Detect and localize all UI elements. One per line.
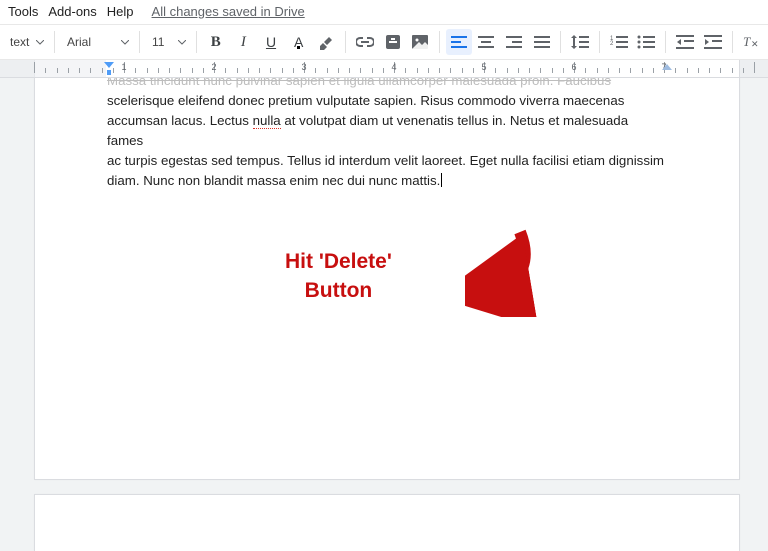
bold-button[interactable]: B [203,29,229,55]
link-icon [356,37,374,47]
styles-select[interactable]: text [4,29,48,55]
align-right-icon [506,36,522,48]
highlight-icon [318,34,334,50]
insert-link-button[interactable] [352,29,378,55]
numbered-list-button[interactable]: 12 [606,29,632,55]
align-left-button[interactable] [446,29,472,55]
underline-button[interactable]: U [258,29,284,55]
right-indent-marker[interactable] [662,60,672,75]
chevron-down-icon [178,40,186,45]
fontsize-label: 11 [152,35,164,49]
line-spacing-button[interactable] [567,29,593,55]
doc-line: ac turpis egestas sed tempus. Tellus id … [107,151,667,171]
italic-button[interactable]: I [231,29,257,55]
menu-addons[interactable]: Add-ons [48,4,96,19]
align-center-icon [478,36,494,48]
font-select-label: Arial [67,35,91,49]
decrease-indent-icon [676,35,694,49]
clear-formatting-icon: T✕ [743,35,759,49]
document-text[interactable]: Massa tincidunt nunc pulvinar sapien et … [35,78,739,191]
ruler-label: 5 [481,62,486,72]
doc-line: accumsan lacus. Lectus nulla at volutpat… [107,111,667,151]
ruler-label: 2 [211,62,216,72]
doc-line: scelerisque eleifend donec pretium vulpu… [107,91,667,111]
clear-formatting-button[interactable]: T✕ [738,29,764,55]
doc-line-cut: Massa tincidunt nunc pulvinar sapien et … [107,78,667,91]
ruler-label: 6 [571,62,576,72]
decrease-indent-button[interactable] [672,29,698,55]
svg-text:T: T [743,35,751,49]
bulleted-list-button[interactable] [634,29,660,55]
ruler-label: 4 [391,62,396,72]
image-icon [412,35,428,49]
font-select[interactable]: Arial [61,29,133,55]
annotation-label: Hit 'Delete' Button [285,247,392,306]
chevron-down-icon [36,40,44,45]
align-justify-icon [534,36,550,48]
menu-tools[interactable]: Tools [8,4,38,19]
toolbar: text Arial 11 B I U A [0,24,768,60]
save-status: All changes saved in Drive [152,4,305,19]
align-left-icon [451,36,467,48]
align-justify-button[interactable] [529,29,555,55]
insert-comment-button[interactable] [380,29,406,55]
ruler-label: 1 [121,62,126,72]
numbered-list-icon: 12 [610,35,628,49]
increase-indent-icon [704,35,722,49]
bulleted-list-icon [637,35,655,49]
line-spacing-icon [571,35,589,49]
align-right-button[interactable] [501,29,527,55]
left-indent-marker[interactable] [104,60,114,78]
align-center-button[interactable] [474,29,500,55]
svg-text:2: 2 [610,41,614,47]
page-1[interactable]: Massa tincidunt nunc pulvinar sapien et … [34,78,740,480]
doc-line: diam. Nunc non blandit massa enim nec du… [107,171,667,191]
increase-indent-button[interactable] [700,29,726,55]
insert-image-button[interactable] [407,29,433,55]
chevron-down-icon [121,40,129,45]
page-2[interactable] [34,494,740,551]
text-cursor [441,173,442,187]
ruler[interactable]: 1234567 [0,60,768,78]
annotation-arrow-icon [465,227,545,317]
fontsize-select[interactable]: 11 [146,29,190,55]
menu-bar: Tools Add-ons Help All changes saved in … [0,0,768,24]
comment-icon [385,34,401,50]
highlight-button[interactable] [313,29,339,55]
ruler-label: 3 [301,62,306,72]
styles-select-label: text [10,35,29,49]
document-canvas[interactable]: Massa tincidunt nunc pulvinar sapien et … [0,78,768,551]
menu-help[interactable]: Help [107,4,134,19]
spellcheck-word[interactable]: nulla [253,113,281,129]
text-color-button[interactable]: A [286,29,312,55]
svg-text:✕: ✕ [751,39,759,49]
